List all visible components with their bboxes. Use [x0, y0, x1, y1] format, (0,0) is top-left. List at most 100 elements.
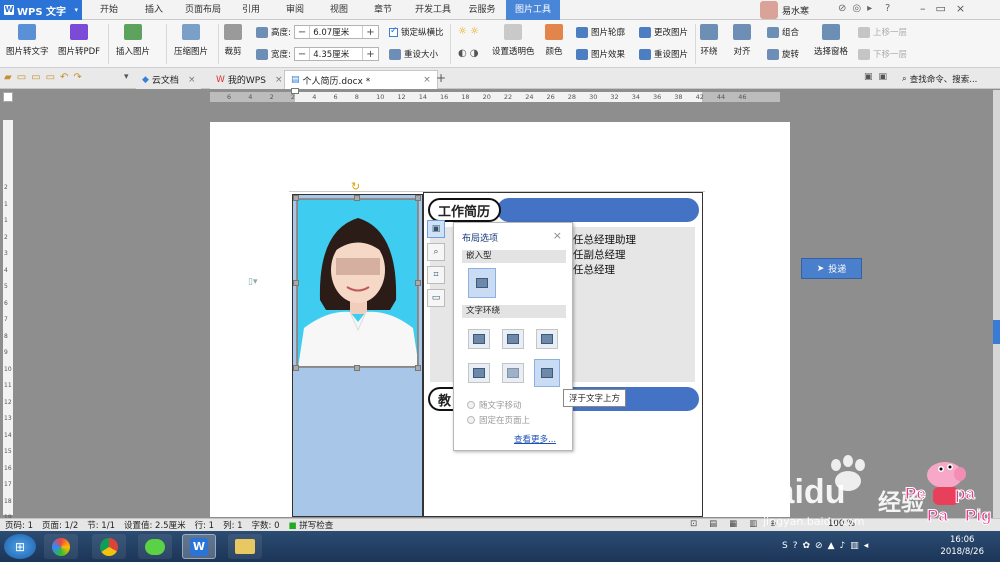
contrast-icon[interactable]: ◐◑ — [458, 48, 481, 59]
tab-chapter[interactable]: 章节 — [366, 0, 400, 20]
wrap-through-option[interactable] — [536, 329, 558, 349]
tab-references[interactable]: 引用 — [234, 0, 268, 20]
chevron-down-icon[interactable]: ▾ — [124, 72, 129, 82]
quick-access-icon[interactable]: ▰▭▭▭↶↷ — [4, 72, 87, 83]
command-search-input[interactable]: 查找命令、搜索... — [910, 73, 978, 85]
wrap-button[interactable]: 环绕 — [700, 24, 718, 57]
tab-resume-doc[interactable]: ▤ 个人简历.docx * × — [284, 70, 438, 89]
change-picture-button[interactable]: 更改图片 — [639, 26, 688, 38]
tab-picture-tools[interactable]: 图片工具 — [506, 0, 560, 20]
close-icon[interactable]: × — [553, 229, 562, 242]
resize-handle[interactable] — [415, 195, 421, 201]
close-icon[interactable]: × — [188, 75, 196, 85]
submit-resume-button[interactable]: ➤ 投递 — [801, 258, 862, 279]
crop-button[interactable]: 裁剪 — [224, 24, 242, 57]
system-tray-icon[interactable]: S?✿⊘▲♪▥◂ — [782, 541, 873, 551]
spell-check[interactable]: ■ 拼写检查 — [289, 519, 334, 531]
width-value[interactable]: 4.35厘米 — [309, 48, 364, 60]
tab-developer[interactable]: 开发工具 — [410, 0, 456, 20]
status-pages[interactable]: 页面: 1/2 — [42, 519, 78, 531]
start-button[interactable]: ⊞ — [4, 534, 36, 559]
tab-review[interactable]: 审阅 — [278, 0, 312, 20]
reset-picture-button[interactable]: 重设图片 — [639, 48, 688, 60]
resize-handle[interactable] — [415, 280, 421, 286]
color-button[interactable]: 颜色 — [545, 24, 563, 57]
increment-button[interactable]: + — [363, 27, 377, 38]
decrement-button[interactable]: − — [295, 27, 309, 38]
vertical-scrollbar[interactable] — [993, 90, 1000, 518]
taskbar-app-chrome[interactable] — [92, 534, 126, 559]
status-words[interactable]: 字数: 0 — [252, 519, 280, 531]
resize-handle[interactable] — [293, 195, 299, 201]
set-transparent-button[interactable]: 设置透明色 — [492, 24, 535, 57]
command-search[interactable]: ⌕ 查找命令、搜索... — [902, 73, 977, 85]
scrollbar-thumb[interactable] — [993, 320, 1000, 344]
wrap-square-option[interactable] — [468, 329, 490, 349]
resize-handle[interactable] — [293, 280, 299, 286]
pic-to-pdf-button[interactable]: 图片转PDF — [58, 24, 100, 57]
taskbar-app-wps[interactable]: W — [182, 534, 216, 559]
zoom-level[interactable]: 100 % — [828, 519, 855, 529]
rotate-button[interactable]: 旋转 — [767, 48, 799, 60]
crop-icon[interactable]: ⌗ — [427, 266, 445, 284]
bring-forward-button[interactable]: 上移一层 — [858, 26, 907, 38]
tab-insert[interactable]: 插入 — [136, 0, 172, 20]
tab-view[interactable]: 视图 — [322, 0, 356, 20]
status-section[interactable]: 节: 1/1 — [87, 519, 115, 531]
close-icon[interactable]: × — [275, 75, 283, 85]
picture-effect-button[interactable]: 图片效果 — [576, 48, 625, 60]
close-icon[interactable]: × — [423, 75, 431, 85]
tab-home[interactable]: 开始 — [90, 0, 128, 20]
job-line[interactable]: 任总经理助理 — [573, 232, 636, 247]
height-value[interactable]: 6.07厘米 — [309, 26, 364, 38]
horizontal-ruler[interactable]: 6 4 2 2 4 6 8 10 12 14 16 18 20 22 24 26 28 30 32 34 36 38 42 4… — [210, 88, 780, 102]
zoom-icon[interactable]: ⌕ — [427, 243, 445, 261]
width-input[interactable]: −4.35厘米 + — [293, 47, 379, 61]
wrap-in-front-option[interactable] — [534, 359, 560, 387]
wrap-tight-option[interactable] — [502, 329, 524, 349]
see-more-link[interactable]: 查看更多... — [514, 433, 556, 445]
wrap-behind-text-option[interactable] — [502, 363, 524, 383]
avatar[interactable] — [760, 1, 778, 19]
wrap-inline-option[interactable] — [468, 268, 496, 298]
status-col[interactable]: 列: 1 — [223, 519, 242, 531]
vertical-ruler[interactable]: 21123456789101112131415161718192021 — [3, 120, 13, 554]
radio-icon[interactable] — [467, 416, 475, 424]
border-icon[interactable]: ▭ — [427, 289, 445, 307]
status-row[interactable]: 行: 1 — [195, 519, 214, 531]
system-clock[interactable]: 16:06 2018/8/26 — [940, 534, 984, 558]
increment-button[interactable]: + — [363, 49, 377, 60]
align-button[interactable]: 对齐 — [733, 24, 751, 57]
tab-cloud-docs[interactable]: ◆ 云文档 × — [136, 70, 202, 89]
resize-handle[interactable] — [293, 365, 299, 371]
reset-size-button[interactable]: 重设大小 — [389, 48, 438, 60]
help-icon[interactable]: ? — [885, 3, 890, 14]
window-tools-icon[interactable]: ⊘◎▸ — [838, 3, 878, 14]
job-line[interactable]: 任总经理 — [573, 262, 615, 277]
taskbar-app-explorer[interactable] — [228, 534, 262, 559]
panel-toggle-icon[interactable]: ▣▣ — [864, 72, 893, 82]
height-input[interactable]: −6.07厘米 + — [293, 25, 379, 39]
rotate-handle-icon[interactable]: ↻ — [351, 180, 360, 193]
wps-app-menu[interactable]: W WPS 文字 ▾ — [0, 0, 82, 20]
lock-ratio-checkbox[interactable]: 锁定纵横比 — [389, 26, 444, 38]
decrement-button[interactable]: − — [295, 49, 309, 60]
status-setting[interactable]: 设置值: 2.5厘米 — [124, 519, 186, 531]
status-page[interactable]: 页码: 1 — [5, 519, 33, 531]
view-mode-icon[interactable]: ⊡▤▦▥⊕ — [690, 519, 788, 529]
brightness-icon[interactable]: ☼☼ — [458, 26, 482, 37]
taskbar-app-game[interactable] — [44, 534, 78, 559]
tab-page-layout[interactable]: 页面布局 — [180, 0, 226, 20]
resize-handle[interactable] — [354, 365, 360, 371]
picture-outline-button[interactable]: 图片轮廓 — [576, 26, 625, 38]
fix-on-page-radio[interactable]: 固定在页面上 — [467, 414, 530, 426]
wrap-top-bottom-option[interactable] — [468, 363, 490, 383]
tab-my-wps[interactable]: W 我的WPS × — [210, 70, 289, 89]
new-tab-button[interactable]: + — [436, 71, 446, 85]
selection-pane-button[interactable]: 选择窗格 — [814, 24, 848, 57]
move-with-text-radio[interactable]: 随文字移动 — [467, 399, 522, 411]
doc-marker-icon[interactable]: ▯▾ — [248, 277, 257, 287]
checkbox-checked-icon[interactable] — [389, 26, 398, 37]
compress-picture-button[interactable]: 压缩图片 — [174, 24, 208, 57]
ruler-corner[interactable] — [3, 92, 13, 102]
